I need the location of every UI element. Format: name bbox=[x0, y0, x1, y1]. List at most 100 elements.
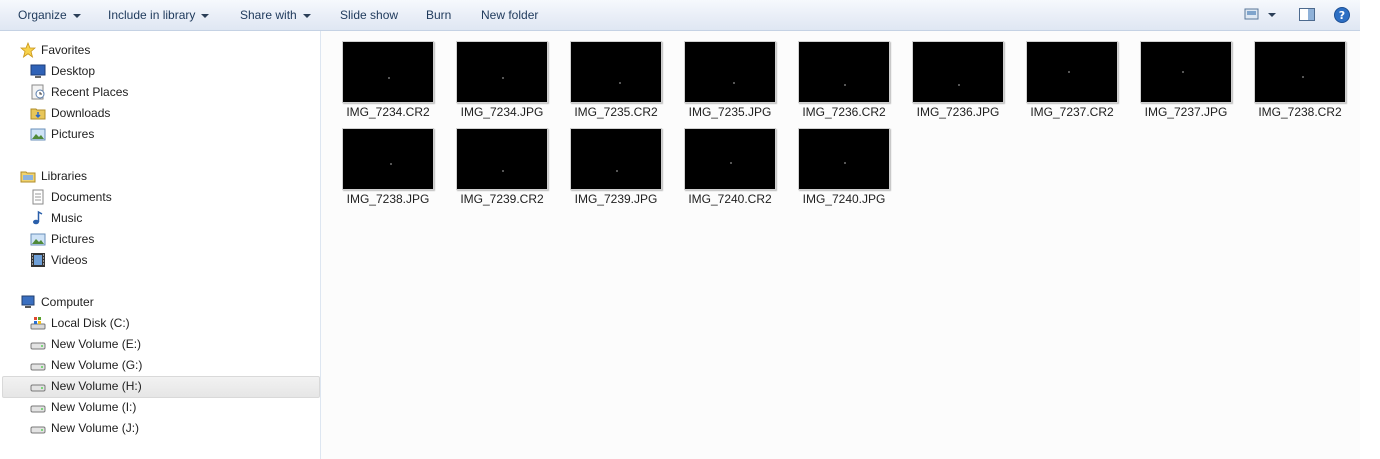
file-item[interactable]: IMG_7234.JPG bbox=[436, 41, 548, 125]
file-name: IMG_7239.CR2 bbox=[460, 192, 544, 206]
image-thumbnail bbox=[798, 128, 890, 190]
documents-icon bbox=[32, 189, 44, 205]
image-thumbnail bbox=[456, 41, 548, 103]
nav-recent-places-label: Recent Places bbox=[51, 85, 129, 99]
nav-favorites-pictures-label: Pictures bbox=[51, 127, 95, 141]
nav-volume-g-label: New Volume (G:) bbox=[51, 358, 143, 372]
svg-text:?: ? bbox=[1339, 9, 1345, 22]
nav-videos-label: Videos bbox=[51, 253, 88, 267]
slide-show-button[interactable]: Slide show bbox=[340, 7, 398, 23]
drive-icon bbox=[30, 384, 46, 392]
file-name: IMG_7236.JPG bbox=[916, 105, 1000, 119]
file-item[interactable]: IMG_7235.JPG bbox=[664, 41, 776, 125]
file-name: IMG_7237.CR2 bbox=[1030, 105, 1114, 119]
nav-computer-label: Computer bbox=[41, 295, 94, 309]
drive-icon bbox=[30, 363, 46, 371]
pictures-icon bbox=[30, 233, 46, 246]
nav-desktop-label: Desktop bbox=[51, 64, 96, 78]
file-item[interactable]: IMG_7239.JPG bbox=[550, 128, 662, 212]
file-item[interactable]: IMG_7240.JPG bbox=[778, 128, 890, 212]
computer-icon bbox=[21, 295, 35, 308]
image-thumbnail bbox=[456, 128, 548, 190]
file-name: IMG_7236.CR2 bbox=[802, 105, 886, 119]
window-edge bbox=[1360, 0, 1380, 459]
drive-icon bbox=[30, 426, 46, 434]
image-thumbnail bbox=[570, 41, 662, 103]
file-item[interactable]: IMG_7240.CR2 bbox=[664, 128, 776, 212]
nav-libraries-pictures-label: Pictures bbox=[51, 232, 95, 246]
help-icon: ? bbox=[1334, 7, 1350, 23]
nav-volume-j-label: New Volume (J:) bbox=[51, 421, 140, 435]
nav-documents-label: Documents bbox=[51, 190, 112, 204]
image-thumbnail bbox=[570, 128, 662, 190]
view-icon bbox=[1244, 8, 1276, 20]
file-item[interactable]: IMG_7234.CR2 bbox=[322, 41, 434, 125]
preview-pane-button[interactable] bbox=[1298, 6, 1316, 24]
file-name: IMG_7240.JPG bbox=[802, 192, 886, 206]
file-list-pane: IMG_7234.CR2 IMG_7234.JPG IMG_7235.CR2 I… bbox=[321, 31, 1360, 459]
image-thumbnail bbox=[342, 41, 434, 103]
nav-music-label: Music bbox=[51, 211, 83, 225]
chevron-down-icon bbox=[201, 13, 210, 18]
chevron-down-icon bbox=[302, 13, 311, 18]
share-with-button[interactable]: Share with bbox=[240, 7, 311, 23]
system-drive-icon bbox=[30, 317, 46, 330]
image-thumbnail bbox=[1140, 41, 1232, 103]
file-item[interactable]: IMG_7237.CR2 bbox=[1006, 41, 1118, 125]
file-item[interactable]: IMG_7238.CR2 bbox=[1234, 41, 1346, 125]
file-name: IMG_7239.JPG bbox=[574, 192, 658, 206]
file-item[interactable]: IMG_7235.CR2 bbox=[550, 41, 662, 125]
file-item[interactable]: IMG_7236.CR2 bbox=[778, 41, 890, 125]
organize-button[interactable]: Organize bbox=[18, 7, 81, 23]
preview-pane-icon bbox=[1299, 8, 1315, 21]
file-name: IMG_7234.JPG bbox=[460, 105, 544, 119]
nav-favorites-label: Favorites bbox=[41, 43, 91, 57]
nav-downloads-label: Downloads bbox=[51, 106, 111, 120]
nav-volume-i-label: New Volume (I:) bbox=[51, 400, 137, 414]
file-name: IMG_7238.CR2 bbox=[1258, 105, 1342, 119]
file-name: IMG_7238.JPG bbox=[346, 192, 430, 206]
navigation-pane: Favorites Desktop Recent Places Download… bbox=[0, 31, 321, 459]
image-thumbnail bbox=[342, 128, 434, 190]
image-thumbnail bbox=[1026, 41, 1118, 103]
drive-icon bbox=[30, 342, 46, 350]
file-item[interactable]: IMG_7239.CR2 bbox=[436, 128, 548, 212]
recent-places-icon bbox=[31, 84, 45, 100]
file-name: IMG_7237.JPG bbox=[1144, 105, 1228, 119]
organize-label: Organize bbox=[18, 8, 67, 22]
drive-icon bbox=[30, 405, 46, 413]
desktop-icon bbox=[30, 64, 46, 78]
new-folder-button[interactable]: New folder bbox=[481, 7, 538, 23]
include-in-library-label: Include in library bbox=[108, 8, 196, 22]
star-icon bbox=[20, 42, 36, 58]
image-thumbnail bbox=[912, 41, 1004, 103]
command-bar: Organize Include in library Share with S… bbox=[0, 0, 1360, 31]
burn-button[interactable]: Burn bbox=[426, 7, 451, 23]
file-item[interactable]: IMG_7236.JPG bbox=[892, 41, 1004, 125]
file-name: IMG_7235.JPG bbox=[688, 105, 772, 119]
help-button[interactable]: ? bbox=[1333, 6, 1351, 24]
nav-libraries-label: Libraries bbox=[41, 169, 88, 183]
file-name: IMG_7235.CR2 bbox=[574, 105, 658, 119]
selected-highlight bbox=[2, 376, 320, 398]
nav-volume-e-label: New Volume (E:) bbox=[51, 337, 142, 351]
nav-volume-h-label: New Volume (H:) bbox=[51, 379, 142, 393]
share-with-label: Share with bbox=[240, 8, 297, 22]
music-icon bbox=[33, 210, 43, 225]
videos-icon bbox=[31, 253, 45, 267]
image-thumbnail bbox=[684, 41, 776, 103]
downloads-icon bbox=[30, 108, 46, 120]
image-thumbnail bbox=[1254, 41, 1346, 103]
file-item[interactable]: IMG_7237.JPG bbox=[1120, 41, 1232, 125]
change-view-button[interactable] bbox=[1244, 6, 1276, 24]
nav-local-disk-c-label: Local Disk (C:) bbox=[51, 316, 130, 330]
file-name: IMG_7240.CR2 bbox=[688, 192, 772, 206]
image-thumbnail bbox=[798, 41, 890, 103]
chevron-down-icon bbox=[72, 13, 81, 18]
file-name: IMG_7234.CR2 bbox=[346, 105, 430, 119]
image-thumbnail bbox=[684, 128, 776, 190]
include-in-library-button[interactable]: Include in library bbox=[108, 7, 210, 23]
libraries-icon bbox=[20, 171, 36, 183]
pictures-icon bbox=[30, 128, 46, 141]
file-item[interactable]: IMG_7238.JPG bbox=[322, 128, 434, 212]
